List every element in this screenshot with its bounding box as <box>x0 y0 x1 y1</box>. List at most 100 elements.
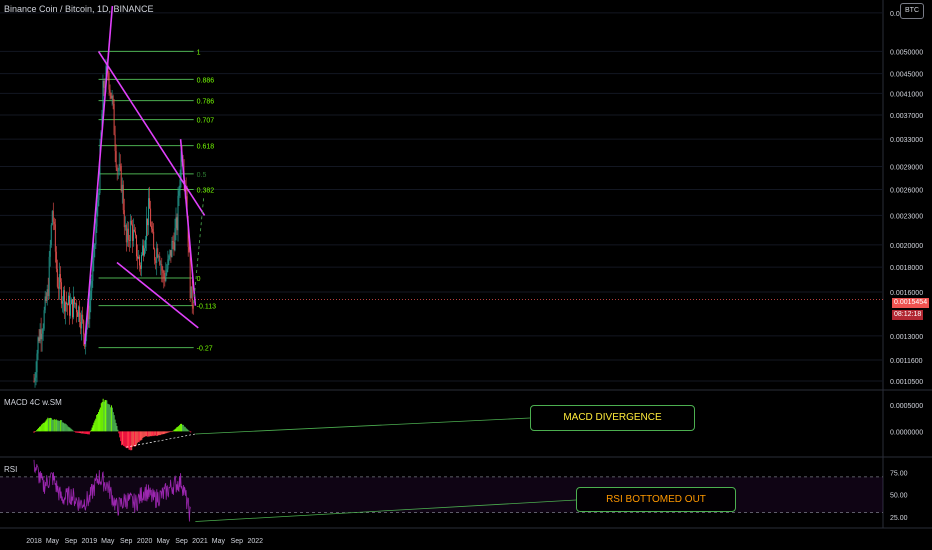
macd-bar <box>35 431 37 432</box>
price-candle-body <box>90 290 92 301</box>
macd-bar <box>70 428 72 432</box>
macd-annotation-pointer <box>195 417 531 435</box>
macd-bar <box>72 430 74 432</box>
chart-canvas[interactable]: 0.00600000.00500000.00450000.00410000.00… <box>0 0 932 550</box>
price-candle-body <box>41 333 43 340</box>
price-candle-body <box>192 305 194 309</box>
macd-bar <box>88 431 90 435</box>
macd-bar <box>39 426 41 432</box>
macd-bar <box>93 422 95 432</box>
price-candle-body <box>142 245 143 255</box>
macd-bar <box>169 431 171 433</box>
rsi-y-tick-label: 25.00 <box>890 515 908 522</box>
rsi-bottomed-annotation[interactable]: RSI BOTTOMED OUT <box>576 487 736 512</box>
macd-bar <box>163 431 165 435</box>
y-tick-label: 0.0023000 <box>890 213 923 220</box>
price-candle-body <box>116 167 118 172</box>
y-tick-label: 0.0011600 <box>890 358 923 365</box>
macd-bar <box>104 400 106 432</box>
macd-bar <box>160 431 162 435</box>
symbol-title[interactable]: Binance Coin / Bitcoin, 1D, BINANCE <box>4 4 154 14</box>
macd-bar <box>174 429 176 432</box>
macd-bar <box>105 399 107 432</box>
macd-bar <box>53 419 55 432</box>
macd-bar <box>48 418 50 432</box>
macd-bar <box>51 419 53 432</box>
macd-bar <box>120 431 122 442</box>
macd-bar <box>67 426 69 432</box>
price-candle-body <box>149 198 151 209</box>
y-tick-label: 0.0026000 <box>890 188 923 195</box>
price-candle-body <box>60 282 62 304</box>
fib-level-label: 1 <box>197 49 201 56</box>
macd-bar <box>34 431 36 432</box>
price-candle-body <box>83 320 85 335</box>
macd-bar <box>41 423 43 432</box>
macd-bar <box>182 424 184 432</box>
x-tick-label: May <box>156 538 170 545</box>
macd-bar <box>172 430 174 432</box>
price-candle-body <box>126 228 128 243</box>
macd-bar <box>161 431 163 435</box>
price-candle-body <box>89 300 91 320</box>
macd-bar <box>117 429 119 432</box>
trendline-lower <box>116 261 199 329</box>
macd-bar <box>113 415 115 432</box>
macd-bar <box>114 419 116 432</box>
price-candle-body <box>68 295 69 306</box>
fib-level-label: 0.382 <box>197 188 215 195</box>
macd-bar <box>156 431 158 436</box>
price-candle-body <box>161 264 163 271</box>
macd-bar <box>187 429 189 432</box>
rsi-panel-title[interactable]: RSI <box>4 465 17 474</box>
price-candle-body <box>163 272 165 279</box>
macd-bar <box>69 427 71 432</box>
y-tick-label: 0.0013000 <box>890 334 923 341</box>
price-candle-body <box>138 256 139 259</box>
macd-bar <box>124 431 126 448</box>
macd-bar <box>43 422 45 432</box>
macd-y-tick-label: 0.0000000 <box>890 429 923 436</box>
macd-bar <box>185 428 187 432</box>
price-candle-body <box>64 302 66 312</box>
macd-bar <box>131 431 133 451</box>
macd-panel-title[interactable]: MACD 4C w.SM <box>4 398 62 407</box>
macd-bar <box>183 426 185 432</box>
price-candle-body <box>191 286 193 306</box>
macd-bar <box>37 428 39 432</box>
price-candle-body <box>39 329 41 342</box>
macd-bar <box>50 417 52 432</box>
price-candle-body <box>173 242 175 251</box>
price-candle-body <box>170 250 172 258</box>
macd-bar <box>84 431 86 434</box>
price-candle-body <box>153 231 155 250</box>
macd-bar <box>80 431 82 434</box>
macd-bar <box>136 431 138 444</box>
fib-level-label: 0 <box>197 276 201 283</box>
macd-bar <box>178 425 180 432</box>
macd-bar <box>189 431 191 432</box>
price-candle-body <box>82 314 84 321</box>
price-candle-body <box>155 260 157 263</box>
macd-bar <box>157 431 159 436</box>
macd-bar <box>97 413 99 432</box>
macd-bar <box>145 431 147 437</box>
macd-divergence-annotation[interactable]: MACD DIVERGENCE <box>530 405 695 431</box>
price-candle-body <box>157 248 159 258</box>
macd-bar <box>82 431 84 434</box>
macd-bar <box>68 427 70 432</box>
price-candle-body <box>81 314 83 329</box>
price-candle-body <box>143 245 144 256</box>
currency-badge[interactable]: BTC <box>900 3 924 19</box>
macd-bar <box>165 431 167 434</box>
macd-bar <box>71 429 73 432</box>
price-candle-body <box>152 228 154 232</box>
price-candle-body <box>147 218 149 226</box>
y-tick-label: 0.0041000 <box>890 91 923 98</box>
price-candle-body <box>119 164 121 167</box>
rsi-y-tick-label: 50.00 <box>890 493 908 500</box>
price-candle-body <box>165 272 167 281</box>
macd-bar <box>33 431 35 433</box>
price-candle-body <box>62 290 64 302</box>
macd-bar <box>91 427 93 432</box>
